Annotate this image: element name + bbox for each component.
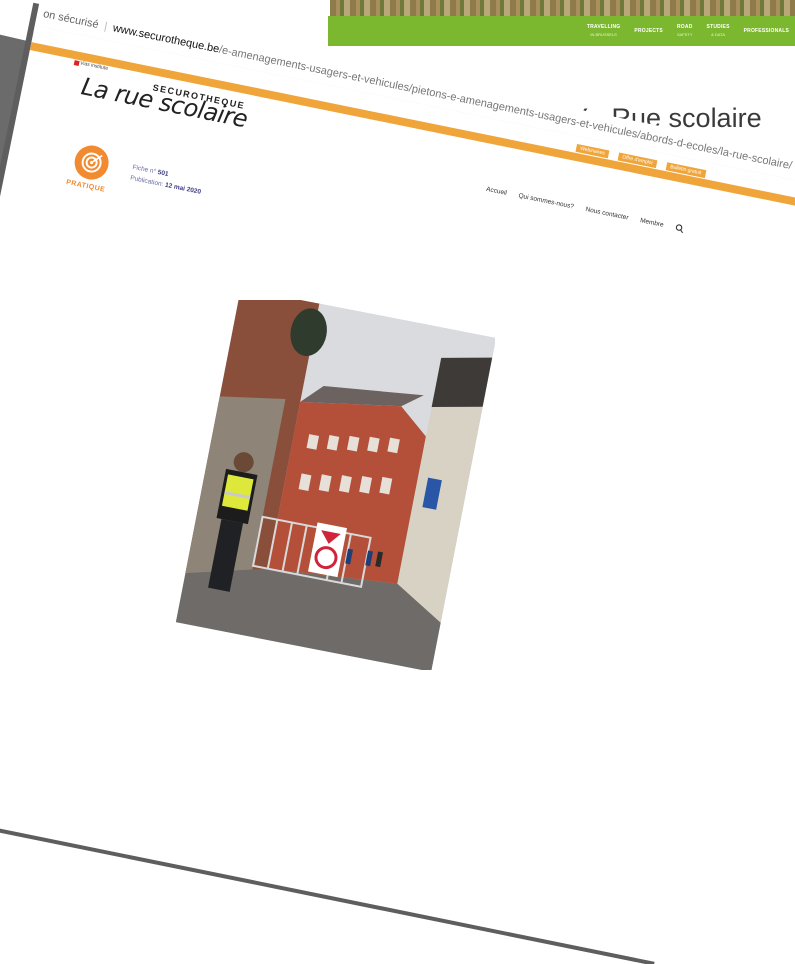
background-nav-main: PROFESSIONALS (743, 27, 789, 34)
category-badge: PRATIQUE (57, 141, 128, 212)
background-nav-item[interactable]: TRAVELLING IN BRUSSELS (587, 24, 621, 38)
target-icon (71, 142, 112, 183)
address-separator: | (103, 20, 109, 33)
nav-contact[interactable]: Nous contacter (585, 206, 629, 222)
background-nav-item[interactable]: PROJECTS (634, 28, 663, 35)
article-photo (175, 300, 495, 670)
search-icon[interactable] (674, 223, 685, 234)
security-indicator[interactable]: on sécurisé (42, 8, 100, 31)
background-nav-sub: & DATA (711, 32, 725, 37)
background-nav-item[interactable]: STUDIES & DATA (707, 24, 730, 38)
background-nav-sub: SAFETY (676, 32, 693, 37)
fiche-number: 501 (157, 169, 170, 179)
background-nav-item[interactable]: PROFESSIONALS (744, 28, 789, 35)
background-nav-item[interactable]: ROAD SAFETY (677, 24, 693, 38)
nav-accueil[interactable]: Accueil (486, 186, 508, 197)
background-nav-main: PROJECTS (634, 27, 663, 34)
background-nav-main: TRAVELLING (586, 24, 621, 30)
background-nav-main: STUDIES (706, 24, 730, 30)
nav-qui-sommes-nous[interactable]: Qui sommes-nous? (518, 192, 575, 210)
background-header-photo (330, 0, 795, 16)
category-label: PRATIQUE (65, 178, 106, 194)
nav-membre[interactable]: Membre (639, 217, 664, 229)
fiche-meta: Fiche n° 501 Publication: 12 mai 2020 (129, 162, 204, 198)
main-nav: Accueil Qui sommes-nous? Nous contacter … (485, 185, 685, 234)
background-nav-sub: IN BRUSSELS (590, 32, 617, 37)
background-nav-bar: TRAVELLING IN BRUSSELS PROJECTS ROAD SAF… (328, 16, 795, 46)
background-nav-main: ROAD (676, 24, 693, 30)
